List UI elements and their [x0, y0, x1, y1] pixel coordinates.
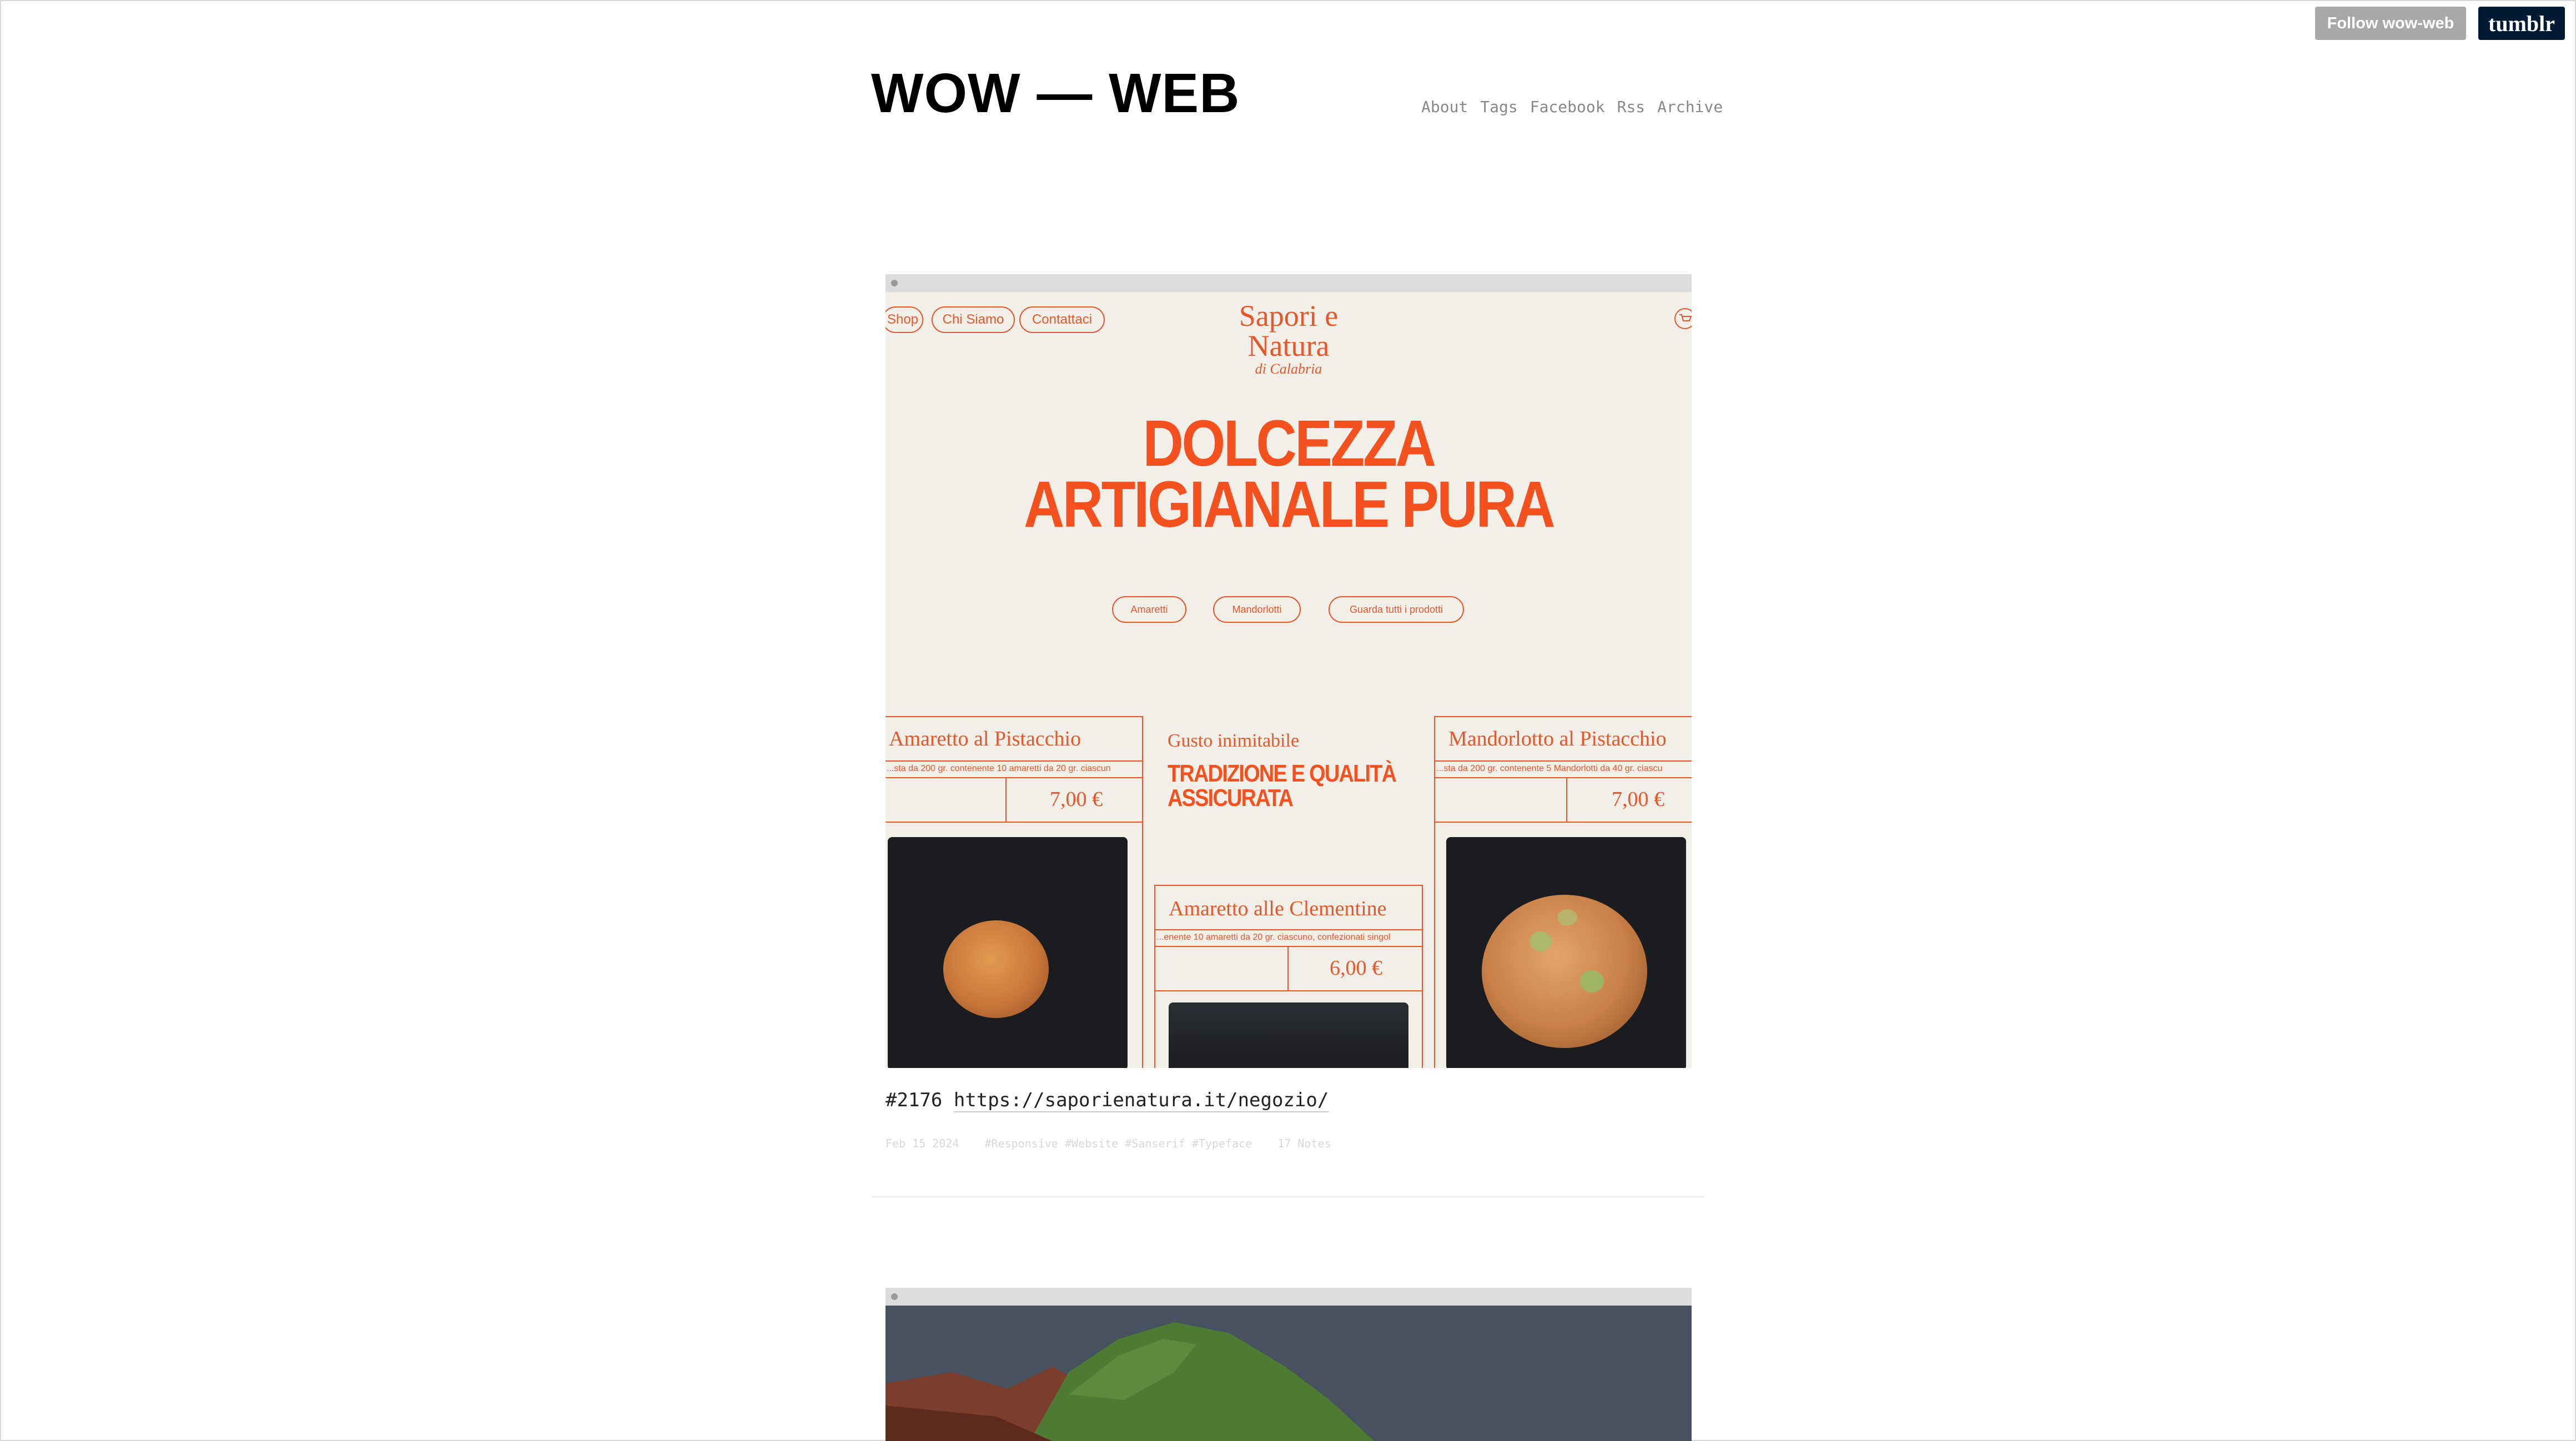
product-title: Amaretto alle Clementine	[1169, 897, 1387, 920]
product-price: 6,00 €	[1330, 956, 1382, 980]
product-title: Mandorlotto al Pistacchio	[1448, 727, 1667, 750]
post-link[interactable]: https://saporienatura.it/negozio/	[953, 1089, 1329, 1112]
nav-rss[interactable]: Rss	[1617, 98, 1646, 116]
post-image[interactable]: Shop Chi Siamo Contattaci Sapori e Natur…	[886, 274, 1692, 1068]
brand-name: Sapori e Natura	[1239, 299, 1339, 362]
product-desc: ...sta da 200 gr. contenente 10 amaretti…	[887, 764, 1111, 773]
landscape-image	[886, 1306, 1692, 1441]
product-price: 7,00 €	[1050, 788, 1103, 811]
post-meta: Feb 15 2024 #Responsive #Website #Sanser…	[886, 1137, 1350, 1150]
card-rule	[886, 760, 1142, 762]
pistachio-piece	[1530, 931, 1552, 951]
product-photo	[1169, 1002, 1408, 1068]
card-rule	[1155, 990, 1422, 991]
card-rule	[1155, 946, 1422, 947]
card-rule	[1155, 929, 1422, 930]
screenshot-browser-bar	[886, 274, 1692, 292]
product-photo	[1446, 837, 1686, 1068]
center-label: Gusto inimitabile	[1168, 730, 1300, 751]
post-image-2[interactable]	[886, 1288, 1692, 1441]
nav-facebook[interactable]: Facebook	[1530, 98, 1605, 116]
screenshot-pill-guarda-tutti: Guarda tutti i prodotti	[1329, 596, 1464, 623]
screenshot-product-card-center: Amaretto alle Clementine ...enente 10 am…	[1154, 885, 1423, 1068]
card-rule	[1287, 947, 1289, 991]
center-headline-2: ASSICURATA	[1168, 784, 1294, 812]
post-caption: #2176 https://saporienatura.it/negozio/	[886, 1089, 1329, 1112]
screenshot-brand-logo: Sapori e Natura di Calabria	[1196, 301, 1381, 376]
product-desc: ...enente 10 amaretti da 20 gr. ciascuno…	[1156, 933, 1391, 942]
screenshot-pill-mandorlotti: Mandorlotti	[1213, 596, 1301, 623]
center-headline-1: TRADIZIONE E QUALITÀ	[1168, 760, 1397, 787]
product-photo	[888, 837, 1128, 1068]
post-date[interactable]: Feb 15 2024	[886, 1137, 959, 1150]
card-rule	[1435, 760, 1692, 762]
follow-button[interactable]: Follow wow-web	[2315, 7, 2466, 40]
screenshot-browser-bar	[886, 1288, 1692, 1306]
card-rule	[1435, 822, 1692, 823]
screenshot-pill-contattaci: Contattaci	[1019, 306, 1105, 333]
screenshot-product-card-right: Mandorlotto al Pistacchio ...sta da 200 …	[1434, 716, 1692, 1068]
screenshot-hero-headline: DOLCEZZA ARTIGIANALE PURA	[942, 407, 1636, 541]
pistachio-piece	[1579, 970, 1604, 992]
screenshot-pill-shop: Shop	[886, 306, 923, 333]
center-headline: TRADIZIONE E QUALITÀ ASSICURATA	[1168, 760, 1397, 812]
card-rule	[886, 777, 1142, 778]
product-title: Amaretto al Pistacchio	[889, 727, 1081, 750]
hero-line-2: ARTIGIANALE PURA	[1023, 468, 1556, 541]
nav-archive[interactable]: Archive	[1657, 98, 1723, 116]
nav-tags[interactable]: Tags	[1480, 98, 1517, 116]
post-notes[interactable]: 17 Notes	[1277, 1137, 1331, 1150]
screenshot-pill-chi-siamo: Chi Siamo	[932, 306, 1015, 333]
brand-subtitle: di Calabria	[1255, 361, 1322, 377]
top-nav: About Tags Facebook Rss Archive	[1421, 98, 1723, 116]
card-rule	[1005, 778, 1007, 823]
window-dot-icon	[891, 280, 898, 286]
card-rule	[1435, 777, 1692, 778]
card-rule	[1566, 778, 1567, 823]
card-rule	[886, 822, 1142, 823]
cookie-image	[943, 920, 1049, 1018]
post-number: #2176	[886, 1089, 943, 1111]
window-dot-icon	[891, 1293, 898, 1300]
cart-icon	[1674, 308, 1692, 329]
screenshot-pill-amaretti: Amaretti	[1112, 596, 1186, 623]
pistachio-piece	[1557, 909, 1577, 926]
post-tags[interactable]: #Responsive #Website #Sanserif #Typeface	[985, 1137, 1252, 1150]
product-desc: ...sta da 200 gr. contenente 5 Mandorlot…	[1436, 764, 1663, 773]
site-title[interactable]: WOW — WEB	[871, 66, 1240, 121]
hero-line-1: DOLCEZZA	[1143, 407, 1436, 480]
nav-about[interactable]: About	[1421, 98, 1468, 116]
product-price: 7,00 €	[1612, 788, 1664, 811]
tumblr-logo-button[interactable]: tumblr	[2478, 7, 2565, 40]
post-divider	[871, 1196, 1705, 1197]
screenshot-product-card-left: Amaretto al Pistacchio ...sta da 200 gr.…	[886, 716, 1143, 1068]
